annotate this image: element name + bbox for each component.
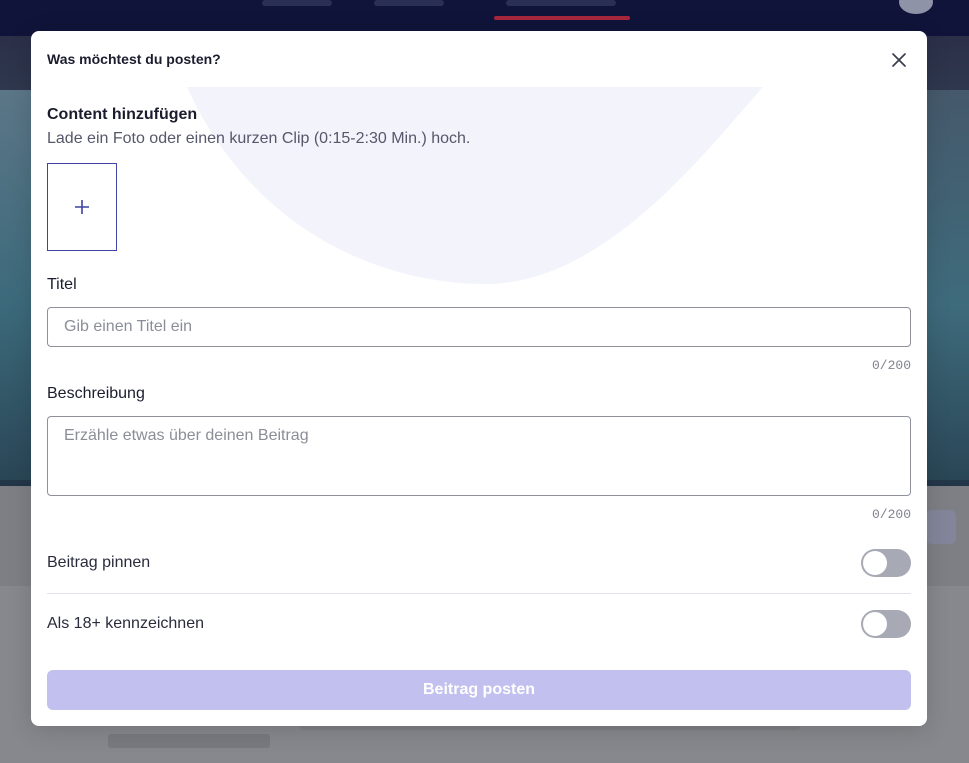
mark-18plus-toggle[interactable]: [861, 610, 911, 638]
description-char-counter: 0/200: [871, 507, 911, 522]
pin-post-label: Beitrag pinnen: [47, 554, 151, 571]
upload-media-button[interactable]: [47, 163, 117, 251]
title-char-counter: 0/200: [871, 358, 911, 373]
background-nav-item: [506, 0, 616, 6]
title-label: Titel: [47, 276, 77, 293]
create-post-dialog: Was möchtest du posten? Content hinzufüg…: [31, 31, 927, 726]
description-textarea[interactable]: [47, 416, 911, 496]
content-section-subtitle: Lade ein Foto oder einen kurzen Clip (0:…: [47, 130, 471, 147]
submit-post-button[interactable]: Beitrag posten: [47, 670, 911, 710]
background-hero-edge: [925, 90, 969, 480]
title-input[interactable]: [47, 307, 911, 347]
toggle-knob: [863, 612, 887, 636]
description-label: Beschreibung: [47, 385, 145, 402]
background-active-tab-indicator: [494, 16, 630, 20]
background-text: [108, 734, 270, 748]
background-nav-item: [374, 0, 444, 6]
decorative-blob: [187, 87, 763, 285]
content-section-title: Content hinzufügen: [47, 106, 198, 123]
background-nav-item: [262, 0, 332, 6]
divider: [47, 593, 911, 594]
toggle-knob: [863, 551, 887, 575]
background-chip: [926, 510, 956, 544]
dialog-title: Was möchtest du posten?: [47, 51, 221, 67]
close-icon: [892, 53, 906, 67]
mark-18plus-label: Als 18+ kennzeichnen: [47, 615, 204, 632]
plus-icon: [75, 200, 89, 214]
pin-post-toggle[interactable]: [861, 549, 911, 577]
close-button[interactable]: [888, 49, 910, 71]
